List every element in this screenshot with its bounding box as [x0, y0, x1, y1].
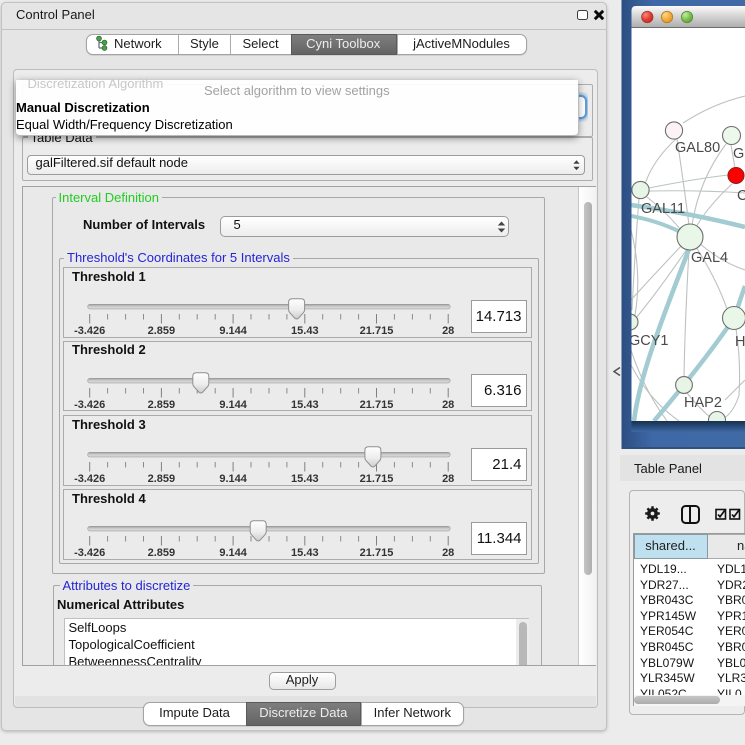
- svg-text:H: H: [735, 334, 745, 350]
- svg-text:HAP2: HAP2: [684, 395, 722, 411]
- svg-text:GAL80: GAL80: [675, 140, 720, 156]
- svg-text:GCY1: GCY1: [629, 333, 669, 349]
- svg-text:G.: G.: [733, 146, 745, 162]
- svg-text:GAL4: GAL4: [691, 250, 728, 266]
- svg-text:GAL11: GAL11: [641, 201, 685, 217]
- svg-text:C: C: [737, 188, 745, 204]
